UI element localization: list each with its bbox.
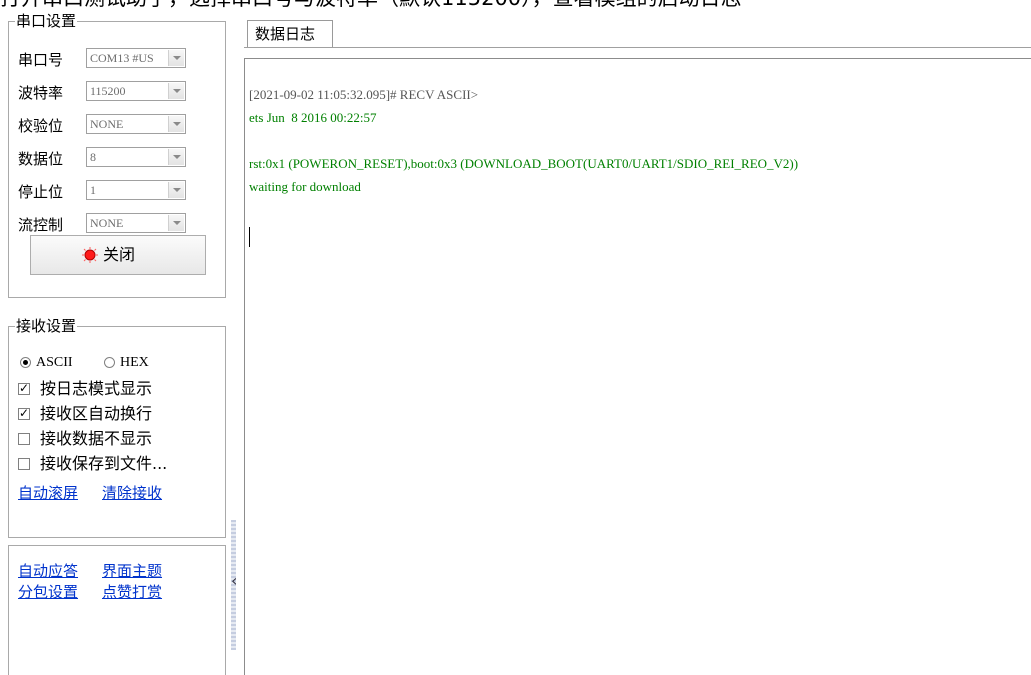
baud-label: 波特率 — [18, 84, 64, 102]
hex-radio-label[interactable]: HEX — [120, 354, 149, 372]
packet-settings-link[interactable]: 分包设置 — [18, 582, 78, 602]
tab-divider — [244, 47, 1031, 48]
clear-receive-link[interactable]: 清除接收 — [102, 483, 162, 503]
checkbox[interactable] — [18, 458, 30, 470]
close-port-button[interactable]: 关闭 — [30, 235, 206, 275]
log-line: rst:0x1 (POWERON_RESET),boot:0x3 (DOWNLO… — [249, 156, 799, 171]
tab-data-log[interactable]: 数据日志 — [247, 20, 333, 48]
stopbits-value: 1 — [90, 183, 96, 197]
checkbox[interactable] — [18, 380, 30, 396]
port-select[interactable]: COM13 #US — [86, 48, 186, 68]
log-line: waiting for download — [249, 179, 361, 194]
log-header-line: [2021-09-02 11:05:32.095]# RECV ASCII> — [249, 87, 479, 102]
hex-radio[interactable] — [104, 357, 115, 368]
chevron-down-icon[interactable] — [168, 149, 184, 165]
chevron-down-icon[interactable] — [168, 50, 184, 66]
parity-label: 校验位 — [18, 117, 64, 135]
stopbits-select[interactable]: 1 — [86, 180, 186, 200]
serial-settings-title: 串口设置 — [15, 11, 78, 31]
check-save-file-label: 接收保存到文件... — [40, 454, 168, 473]
stopbits-label: 停止位 — [18, 183, 64, 201]
page-caption: 打开串口测试助手，选择串口号与波特率（默认115200），查看模组的启动日志 — [0, 0, 1031, 10]
port-value: COM13 #US — [90, 51, 154, 65]
auto-reply-link[interactable]: 自动应答 — [18, 561, 78, 581]
checkbox[interactable] — [18, 405, 30, 421]
flowcontrol-label: 流控制 — [18, 216, 64, 234]
checkbox[interactable] — [18, 433, 30, 445]
tab-data-log-label: 数据日志 — [255, 25, 316, 43]
status-led-icon — [82, 247, 98, 263]
ascii-radio-label[interactable]: ASCII — [36, 354, 73, 372]
databits-select[interactable]: 8 — [86, 147, 186, 167]
parity-value: NONE — [90, 117, 124, 131]
serial-assistant-window: 打开串口测试助手，选择串口号与波特率（默认115200），查看模组的启动日志 串… — [0, 0, 1031, 675]
chevron-down-icon[interactable] — [168, 215, 184, 231]
close-port-label: 关闭 — [103, 245, 136, 264]
baud-select[interactable]: 115200 — [86, 81, 186, 101]
ascii-radio[interactable] — [20, 357, 31, 368]
flowcontrol-select[interactable]: NONE — [86, 213, 186, 233]
text-caret — [249, 227, 250, 247]
chevron-down-icon[interactable] — [168, 182, 184, 198]
reward-link[interactable]: 点赞打赏 — [102, 582, 162, 602]
collapse-left-icon[interactable]: ‹ — [231, 572, 237, 590]
receive-log-area[interactable]: [2021-09-02 11:05:32.095]# RECV ASCII> e… — [244, 58, 1031, 675]
check-log-mode-label: 按日志模式显示 — [40, 379, 153, 398]
databits-value: 8 — [90, 150, 96, 164]
auto-scroll-link[interactable]: 自动滚屏 — [18, 483, 78, 503]
log-line: ets Jun 8 2016 00:22:57 — [249, 110, 377, 125]
chevron-down-icon[interactable] — [168, 116, 184, 132]
flowcontrol-value: NONE — [90, 216, 124, 230]
databits-label: 数据位 — [18, 150, 64, 168]
port-label: 串口号 — [18, 51, 64, 69]
parity-select[interactable]: NONE — [86, 114, 186, 134]
chevron-down-icon[interactable] — [168, 83, 184, 99]
receive-settings-title: 接收设置 — [15, 316, 78, 336]
theme-link[interactable]: 界面主题 — [102, 561, 162, 581]
baud-value: 115200 — [90, 84, 126, 98]
check-auto-wrap-label: 接收区自动换行 — [40, 404, 153, 423]
check-hide-data-label: 接收数据不显示 — [40, 429, 153, 448]
